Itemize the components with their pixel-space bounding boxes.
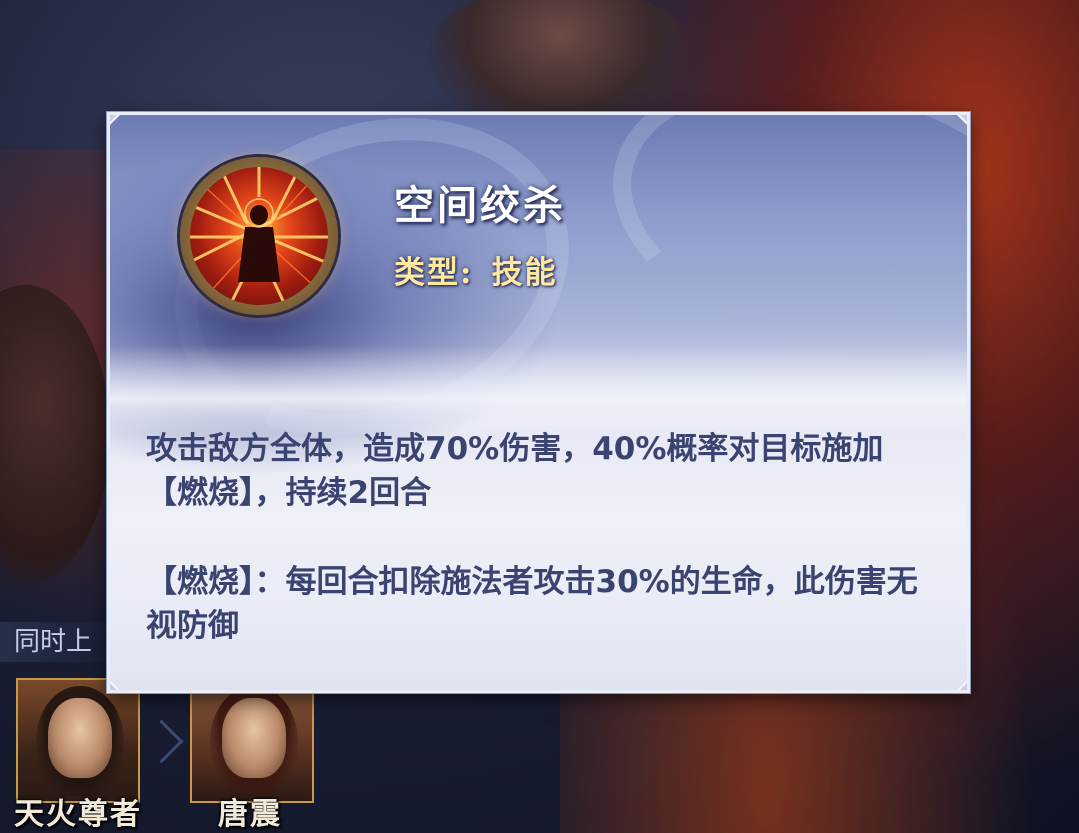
skill-title: 空间绞杀 [394,182,566,229]
skill-type-value: 技能 [491,255,558,291]
hero-card-2[interactable] [190,678,314,803]
skill-description: 攻击敌方全体，造成70%伤害，40%概率对目标施加【燃烧】，持续2回合 [146,431,884,511]
skill-icon [180,157,338,315]
decorative-mist [110,345,967,435]
red-lattice-figure-icon [190,167,328,305]
skill-tooltip-panel: 空间绞杀 类型: 技能 攻击敌方全体，造成70%伤害，40%概率对目标施加【燃烧】… [107,112,970,693]
team-label: 同时上 [0,622,124,662]
hero-avatar [48,698,112,778]
skill-type-row: 类型: 技能 [394,247,557,292]
skill-type-label: 类型: [394,255,474,291]
effect-description: 【燃烧】：每回合扣除施法者攻击30%的生命，此伤害无视防御 [146,564,918,644]
hero-name-2: 唐震 [218,797,282,832]
hero-name-1: 天火尊者 [14,797,142,832]
corner-ornament [110,115,120,125]
hero-avatar [222,698,286,778]
chevron-right-icon [139,719,184,764]
corner-ornament [957,680,967,690]
corner-ornament [110,680,120,690]
hero-card-1[interactable] [16,678,140,803]
